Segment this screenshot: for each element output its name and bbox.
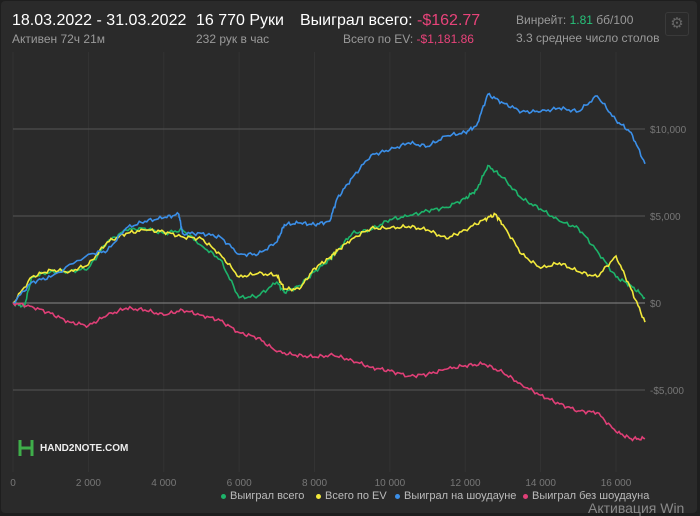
series-line-1 (12, 212, 646, 323)
legend-item[interactable]: Выиграл всего (221, 490, 304, 502)
series-line-0 (12, 164, 646, 309)
logo: HAND2NOTE.COM (18, 438, 128, 458)
series-line-2 (12, 92, 646, 304)
legend-label: Всего по EV (325, 490, 387, 502)
x-tick-label: 8 000 (302, 478, 327, 489)
x-tick-label: 16 000 (601, 478, 632, 489)
y-tick-label: -$5,000 (650, 386, 684, 397)
legend-dot (523, 493, 528, 499)
x-tick-label: 2 000 (76, 478, 101, 489)
activation-watermark: Активация Win (588, 500, 685, 516)
x-tick-label: 0 (10, 478, 16, 489)
legend-label: Выиграл всего (230, 490, 305, 502)
y-tick-label: $10,000 (650, 125, 687, 136)
x-tick-label: 6 000 (227, 478, 252, 489)
legend-item[interactable]: Всего по EV (316, 490, 387, 502)
logo-text: HAND2NOTE.COM (40, 442, 129, 454)
legend-dot (395, 493, 400, 499)
legend-dot (221, 493, 226, 499)
x-tick-label: 14 000 (525, 478, 556, 489)
legend-dot (316, 493, 321, 499)
x-tick-label: 12 000 (450, 478, 481, 489)
legend-label: Выиграл на шоудауне (404, 490, 517, 502)
x-tick-label: 10 000 (375, 478, 406, 489)
y-tick-label: $5,000 (650, 212, 681, 223)
legend-item[interactable]: Выиграл на шоудауне (395, 490, 516, 502)
x-tick-label: 4 000 (151, 478, 176, 489)
y-tick-label: $0 (650, 299, 662, 310)
series-line-3 (12, 302, 646, 442)
